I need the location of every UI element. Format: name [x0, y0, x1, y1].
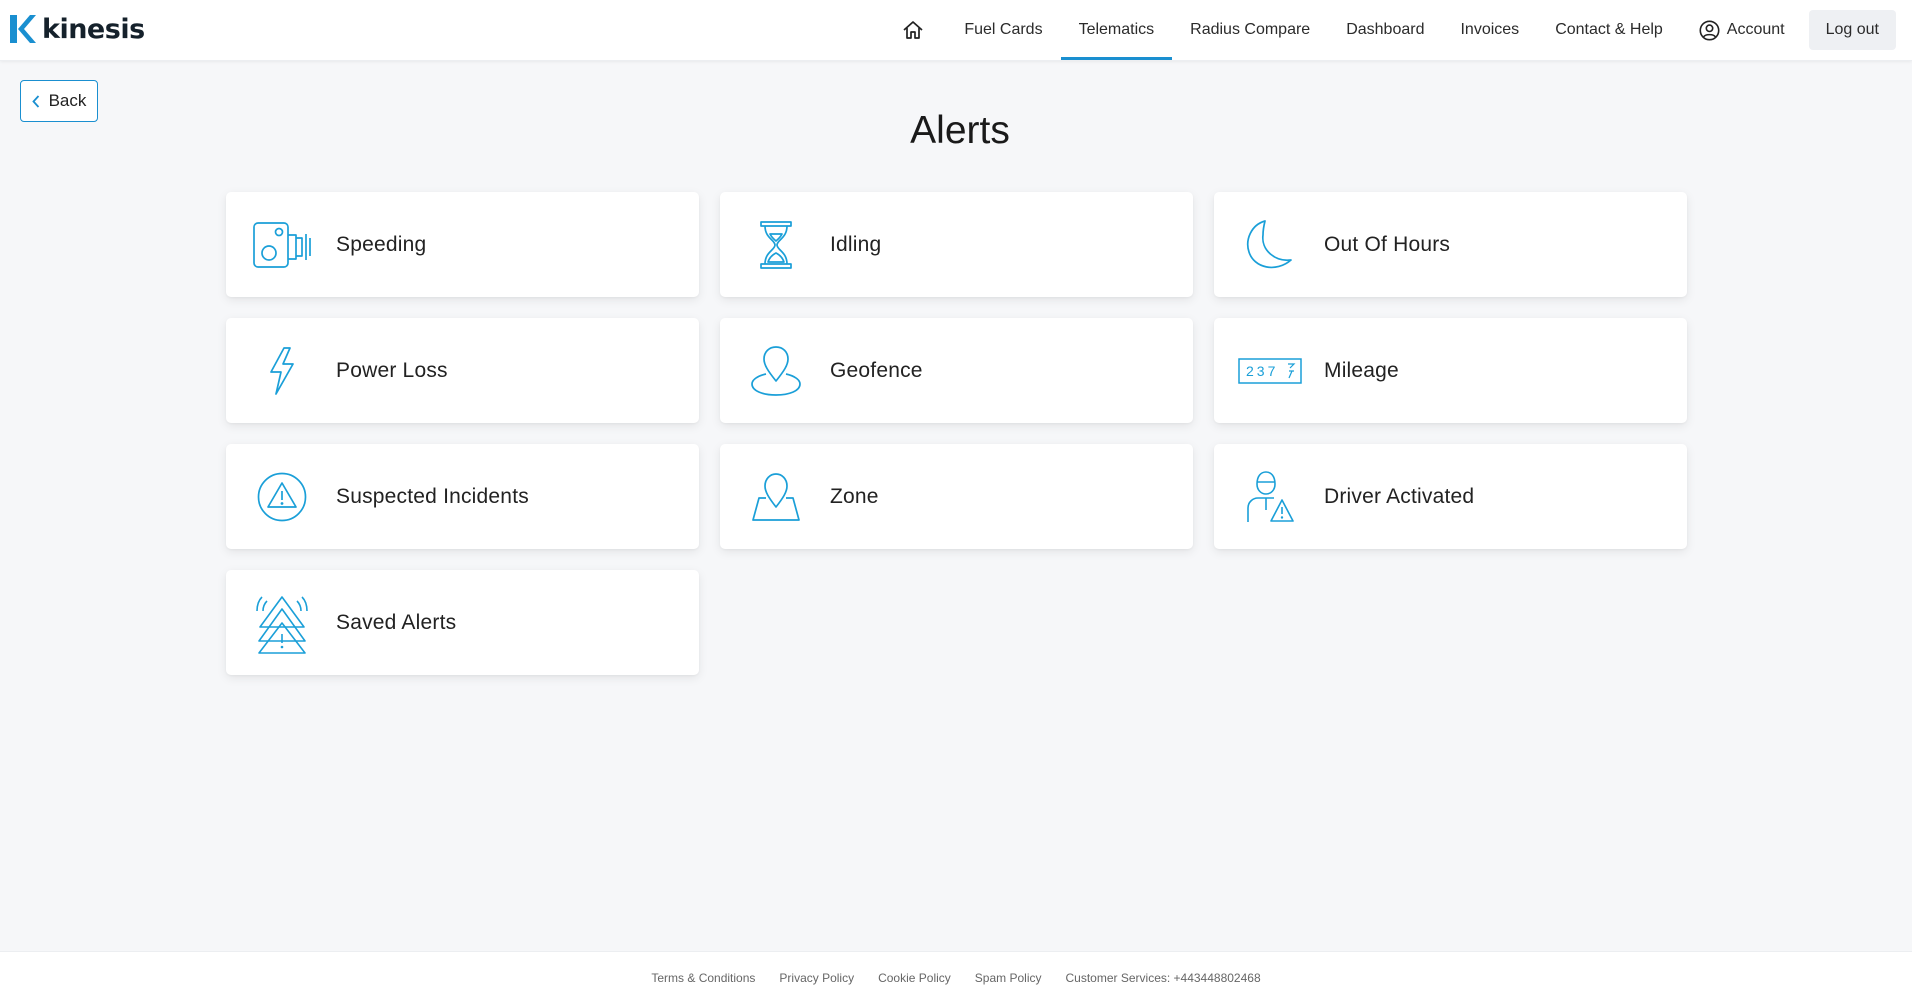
speed-camera-icon — [250, 213, 314, 277]
moon-icon — [1238, 213, 1302, 277]
hourglass-icon — [744, 213, 808, 277]
nav-telematics[interactable]: Telematics — [1060, 0, 1173, 60]
footer-cookie-link[interactable]: Cookie Policy — [878, 971, 951, 985]
kinesis-logo-icon — [10, 15, 36, 43]
odometer-icon: 237 — [1238, 339, 1302, 403]
home-icon — [903, 21, 923, 39]
alert-card-speeding[interactable]: Speeding — [226, 192, 699, 297]
lightning-icon — [250, 339, 314, 403]
alert-card-driver-activated[interactable]: Driver Activated — [1214, 444, 1687, 549]
alert-card-label: Suspected Incidents — [336, 484, 529, 508]
nav-home[interactable] — [880, 0, 946, 60]
alert-card-geofence[interactable]: Geofence — [720, 318, 1193, 423]
account-icon — [1699, 20, 1720, 40]
odometer-digits: 237 — [1246, 363, 1278, 379]
logo-text: kinesis — [42, 13, 145, 45]
nav-contact-help[interactable]: Contact & Help — [1537, 0, 1681, 60]
warning-circle-icon — [250, 465, 314, 529]
page-footer: Terms & Conditions Privacy Policy Cookie… — [0, 951, 1912, 1003]
nav-account[interactable]: Account — [1681, 0, 1803, 60]
geofence-pin-icon — [744, 339, 808, 403]
alert-card-saved-alerts[interactable]: Saved Alerts — [226, 570, 699, 675]
alert-card-label: Mileage — [1324, 358, 1399, 382]
nav-radius-compare[interactable]: Radius Compare — [1172, 0, 1328, 60]
account-label: Account — [1726, 21, 1785, 38]
alert-card-label: Out Of Hours — [1324, 232, 1451, 256]
alert-card-label: Driver Activated — [1324, 484, 1475, 508]
stacked-warnings-icon — [250, 591, 314, 655]
main-nav: Fuel Cards Telematics Radius Compare Das… — [880, 0, 1896, 60]
logout-button[interactable]: Log out — [1808, 10, 1896, 50]
alert-card-label: Zone — [830, 484, 879, 508]
top-navigation-bar: kinesis Fuel Cards Telematics Radius Com… — [0, 0, 1912, 61]
alert-card-mileage[interactable]: 237 Mileage — [1214, 318, 1687, 423]
nav-invoices[interactable]: Invoices — [1442, 0, 1537, 60]
alert-card-suspected-incidents[interactable]: Suspected Incidents — [226, 444, 699, 549]
driver-warning-icon — [1238, 465, 1302, 529]
kinesis-logo[interactable]: kinesis — [10, 13, 145, 45]
footer-privacy-link[interactable]: Privacy Policy — [779, 971, 854, 985]
alerts-grid: Speeding Idling Out Of Hours Power Loss … — [226, 192, 1687, 675]
zone-map-pin-icon — [744, 465, 808, 529]
page-title: Alerts — [910, 109, 1010, 152]
footer-spam-link[interactable]: Spam Policy — [975, 971, 1042, 985]
footer-terms-link[interactable]: Terms & Conditions — [651, 971, 755, 985]
alert-card-label: Saved Alerts — [336, 610, 457, 634]
alert-card-zone[interactable]: Zone — [720, 444, 1193, 549]
alert-card-label: Power Loss — [336, 358, 448, 382]
alert-card-label: Idling — [830, 232, 882, 256]
alert-card-power-loss[interactable]: Power Loss — [226, 318, 699, 423]
alert-card-idling[interactable]: Idling — [720, 192, 1193, 297]
nav-fuel-cards[interactable]: Fuel Cards — [946, 0, 1060, 60]
alert-card-label: Speeding — [336, 232, 427, 256]
footer-customer-services[interactable]: Customer Services: +443448802468 — [1066, 971, 1261, 985]
alert-card-out-of-hours[interactable]: Out Of Hours — [1214, 192, 1687, 297]
alert-card-label: Geofence — [830, 358, 923, 382]
nav-dashboard[interactable]: Dashboard — [1328, 0, 1442, 60]
